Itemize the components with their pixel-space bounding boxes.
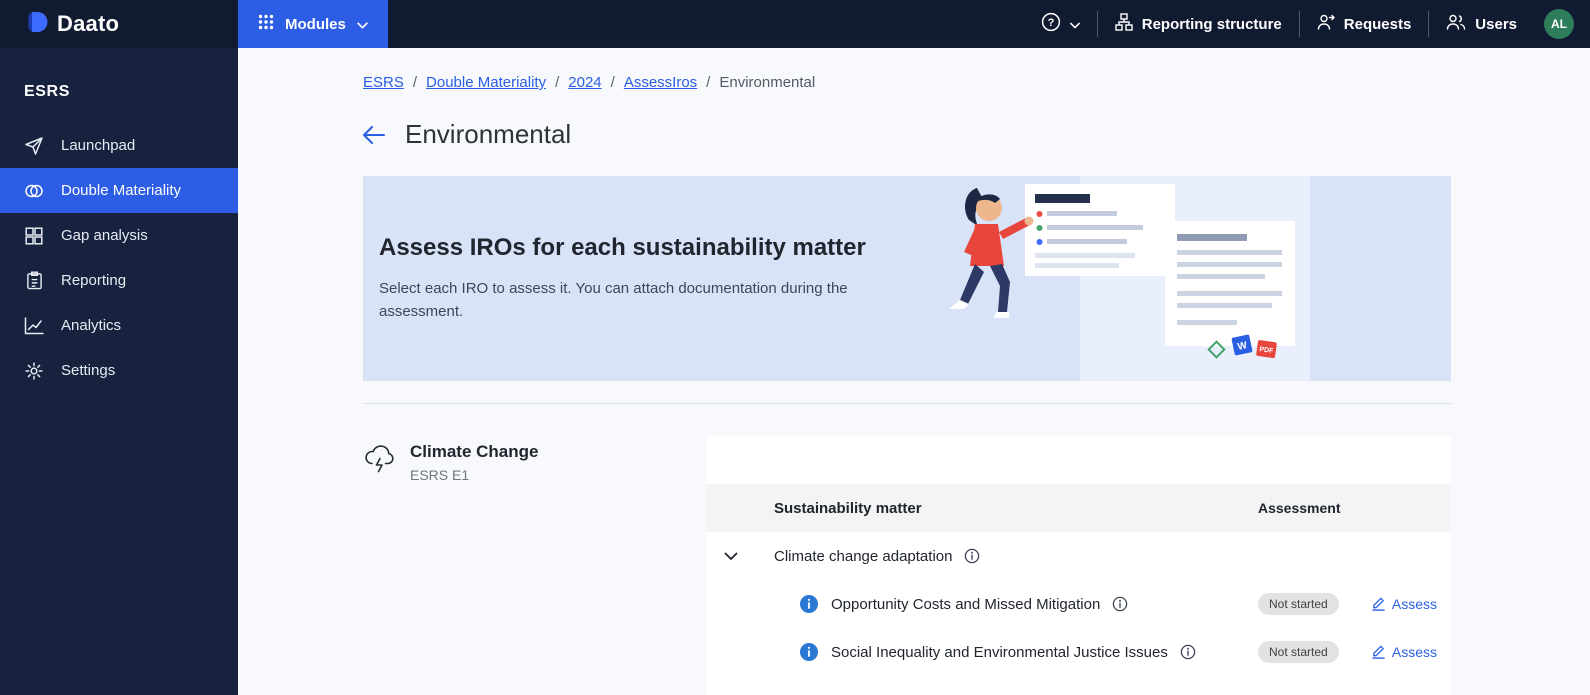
- pencil-icon: [1371, 643, 1386, 662]
- title-row: Environmental: [363, 119, 1451, 150]
- back-button[interactable]: [363, 125, 385, 144]
- request-user-icon: [1317, 13, 1335, 35]
- assess-button[interactable]: Assess: [1371, 643, 1437, 662]
- breadcrumb-separator: /: [412, 74, 418, 91]
- collapse-chevron-icon[interactable]: [724, 552, 738, 561]
- info-icon[interactable]: [1112, 596, 1128, 612]
- breadcrumb-separator: /: [706, 74, 711, 91]
- breadcrumb: ESRS / Double Materiality / 2024 / Asses…: [363, 74, 1451, 91]
- chevron-down-icon: [357, 16, 368, 33]
- chevron-down-icon: [1069, 16, 1080, 33]
- sidebar-item-label: Gap analysis: [61, 227, 148, 244]
- iro-label: Social Inequality and Environmental Just…: [831, 643, 1168, 661]
- breadcrumb-separator: /: [610, 74, 615, 91]
- iro-row: Social Inequality and Environmental Just…: [707, 628, 1451, 676]
- assess-iros-banner: Assess IROs for each sustainability matt…: [363, 176, 1451, 381]
- sidebar-item-label: Reporting: [61, 272, 127, 289]
- breadcrumb-link-esrs[interactable]: ESRS: [363, 74, 404, 91]
- nav-reporting-structure[interactable]: Reporting structure: [1098, 0, 1299, 48]
- impact-badge-icon: [800, 595, 818, 613]
- breadcrumb-current: Environmental: [719, 74, 816, 91]
- grid-squares-icon: [24, 226, 44, 245]
- topbar: Daato Modules ? Reporting structure Requ…: [0, 0, 1590, 48]
- topic-header: Climate Change ESRS E1: [363, 436, 707, 695]
- hierarchy-icon: [1115, 13, 1133, 35]
- users-icon: [1446, 13, 1466, 35]
- nav-label: Reporting structure: [1141, 15, 1282, 33]
- brand: Daato: [0, 0, 238, 48]
- breadcrumb-link-2024[interactable]: 2024: [568, 74, 601, 91]
- sidebar-item-reporting[interactable]: Reporting: [0, 258, 238, 303]
- table-header-row: Sustainability matter Assessment: [707, 484, 1451, 532]
- banner-illustration: W PDF: [949, 176, 1310, 381]
- assessment-table: Sustainability matter Assessment Climate…: [707, 436, 1451, 695]
- nav-requests[interactable]: Requests: [1300, 0, 1429, 48]
- assess-label: Assess: [1391, 644, 1437, 660]
- assess-button[interactable]: Assess: [1371, 595, 1437, 614]
- group-label: Climate change adaptation: [774, 547, 953, 565]
- nav-label: Users: [1475, 15, 1517, 33]
- banner-subtitle: Select each IRO to assess it. You can at…: [379, 279, 848, 320]
- modules-label: Modules: [285, 15, 346, 33]
- avatar[interactable]: AL: [1544, 9, 1574, 39]
- pencil-icon: [1371, 595, 1386, 614]
- topic-title: Climate Change: [410, 442, 539, 461]
- breadcrumb-link-double-materiality[interactable]: Double Materiality: [426, 74, 546, 91]
- daato-logo-icon: [26, 10, 50, 39]
- climate-change-section: Climate Change ESRS E1 Sustainability ma…: [363, 436, 1451, 695]
- sidebar-item-settings[interactable]: Settings: [0, 348, 238, 393]
- assess-label: Assess: [1391, 596, 1437, 612]
- banner-title: Assess IROs for each sustainability matt…: [379, 233, 866, 261]
- gear-icon: [24, 361, 44, 381]
- sidebar-item-label: Launchpad: [61, 137, 136, 154]
- sidebar-item-launchpad[interactable]: Launchpad: [0, 123, 238, 168]
- help-icon: ?: [1041, 12, 1061, 36]
- double-materiality-icon: [24, 181, 44, 201]
- topbar-right: ? Reporting structure Requests Users AL: [1024, 0, 1590, 48]
- info-icon[interactable]: [1180, 644, 1196, 660]
- sidebar-item-label: Settings: [61, 362, 116, 379]
- sidebar-item-label: Analytics: [61, 317, 122, 334]
- rocket-icon: [24, 136, 44, 156]
- help-menu[interactable]: ?: [1024, 0, 1097, 48]
- impact-badge-icon: [800, 643, 818, 661]
- grid-icon: [258, 14, 274, 34]
- page-title: Environmental: [405, 119, 572, 149]
- svg-text:?: ?: [1047, 17, 1054, 29]
- nav-label: Requests: [1343, 15, 1412, 33]
- line-chart-icon: [24, 316, 44, 335]
- info-icon[interactable]: [964, 548, 980, 564]
- section-divider: [363, 403, 1451, 404]
- cloud-lightning-icon: [363, 442, 397, 695]
- modules-button[interactable]: Modules: [238, 0, 388, 48]
- column-header-assessment: Assessment: [1258, 500, 1341, 516]
- group-row-climate-change-adaptation[interactable]: Climate change adaptation: [707, 532, 1451, 580]
- status-badge: Not started: [1258, 593, 1339, 615]
- column-header-sustainability-matter: Sustainability matter: [774, 499, 922, 517]
- main-content: ESRS / Double Materiality / 2024 / Asses…: [238, 48, 1590, 695]
- iro-row: Opportunity Costs and Missed Mitigation …: [707, 580, 1451, 628]
- nav-users[interactable]: Users: [1429, 0, 1534, 48]
- status-badge: Not started: [1258, 641, 1339, 663]
- sidebar-item-label: Double Materiality: [61, 182, 182, 199]
- topic-code: ESRS E1: [410, 467, 470, 483]
- sidebar-item-double-materiality[interactable]: Double Materiality: [0, 168, 238, 213]
- breadcrumb-link-assessiros[interactable]: AssessIros: [624, 74, 697, 91]
- breadcrumb-separator: /: [555, 74, 560, 91]
- sidebar-section-title: ESRS: [24, 83, 70, 100]
- iro-label: Opportunity Costs and Missed Mitigation: [831, 595, 1101, 613]
- clipboard-icon: [24, 271, 44, 290]
- brand-name: Daato: [57, 11, 120, 36]
- sidebar-item-gap-analysis[interactable]: Gap analysis: [0, 213, 238, 258]
- table-toolbar: [707, 436, 1451, 484]
- sidebar: ESRS Launchpad Double Materiality Gap an…: [0, 48, 238, 695]
- sidebar-item-analytics[interactable]: Analytics: [0, 303, 238, 348]
